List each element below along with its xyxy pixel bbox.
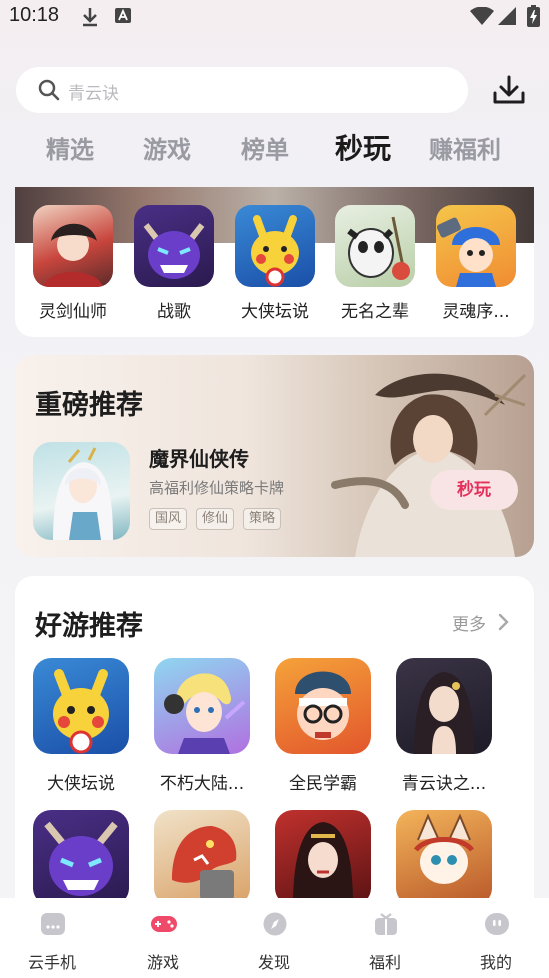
tag: 国风 (149, 508, 188, 530)
game-icon-wuming[interactable] (335, 205, 415, 287)
game-icon-daxia[interactable] (33, 658, 129, 754)
notification-a-icon (115, 8, 131, 23)
search-placeholder: 青云诀 (68, 84, 119, 104)
nav-label: 云手机 (27, 953, 76, 972)
nav-cloud-phone[interactable]: 云手机 (2, 898, 102, 978)
nav-label: 发现 (257, 953, 290, 972)
game-name: 全民学霸 (289, 774, 357, 794)
status-time: 10:18 (9, 4, 60, 26)
section-title: 重磅推荐 (35, 390, 143, 421)
chevron-right-icon[interactable] (497, 613, 509, 631)
status-bar: 10:18 (0, 0, 549, 36)
nav-label: 福利 (368, 953, 401, 972)
tag: 修仙 (196, 508, 235, 530)
recommend-card: 好游推荐 更多 大侠坛说 不朽大陆... 全民学霸 青云诀之... (15, 576, 534, 916)
nav-discover[interactable]: 发现 (224, 898, 324, 978)
cloud-phone-icon (41, 913, 65, 935)
game-name: 大侠坛说 (241, 302, 309, 322)
featured-game-description: 高福利修仙策略卡牌 (149, 479, 285, 497)
nav-rewards[interactable]: 福利 (335, 898, 435, 978)
game-icon-linghun[interactable] (436, 205, 516, 287)
download-icon[interactable] (492, 74, 526, 106)
game-name: 灵剑仙师 (39, 302, 107, 322)
download-status-icon (83, 8, 97, 27)
game-name: 青云诀之... (401, 774, 487, 794)
nav-games[interactable]: 游戏 (113, 898, 213, 978)
wifi-icon (470, 7, 494, 25)
compass-icon (263, 912, 287, 936)
section-title: 好游推荐 (35, 611, 143, 642)
tab-instant-play[interactable]: 秒玩 (335, 127, 391, 167)
game-icon-buxiu[interactable] (154, 658, 250, 754)
tab-games[interactable]: 游戏 (143, 130, 191, 165)
tab-earn-rewards[interactable]: 赚福利 (429, 130, 501, 165)
gamepad-icon (151, 916, 177, 932)
top-tabs: 精选 游戏 榜单 秒玩 赚福利 (0, 126, 549, 170)
game-icon-dragon[interactable] (154, 810, 250, 906)
nav-profile[interactable]: 我的 (446, 898, 546, 978)
more-link[interactable]: 更多 (452, 610, 486, 635)
signal-icon (498, 7, 516, 25)
nav-label: 游戏 (146, 953, 179, 972)
game-icon-zhange[interactable] (33, 810, 129, 906)
bottom-nav: 云手机 游戏 发现 福利 我的 (0, 898, 549, 978)
battery-charging-icon (527, 5, 540, 27)
game-icon-quanmin[interactable] (275, 658, 371, 754)
game-name: 无名之辈 (341, 302, 409, 322)
game-icon-heroine[interactable] (275, 810, 371, 906)
game-name: 不朽大陆... (159, 774, 245, 794)
tag: 策略 (243, 508, 282, 530)
nav-label: 我的 (479, 953, 512, 972)
game-icon-foxgirl[interactable] (396, 810, 492, 906)
gift-icon (375, 913, 397, 935)
game-icon-daxia[interactable] (235, 205, 315, 287)
game-name: 战歌 (157, 302, 191, 322)
game-name: 大侠坛说 (47, 774, 115, 794)
featured-game-icon (33, 442, 130, 540)
search-icon (38, 79, 60, 101)
game-icon-qingyun[interactable] (396, 658, 492, 754)
quick-games-card: 灵剑仙师 战歌 大侠坛说 无名之辈 灵魂序... (15, 187, 534, 337)
instant-play-button[interactable]: 秒玩 (430, 470, 518, 510)
profile-icon (485, 913, 509, 935)
game-name: 灵魂序... (442, 302, 510, 322)
featured-card[interactable]: 重磅推荐 魔界仙侠传 高福利修仙策略卡牌 国风 修仙 策略 秒玩 (15, 355, 534, 557)
featured-hero-art (331, 373, 527, 557)
tab-featured[interactable]: 精选 (46, 130, 94, 165)
game-icon-lingjian[interactable] (33, 205, 113, 287)
featured-game-name: 魔界仙侠传 (149, 447, 249, 471)
search-bar[interactable]: 青云诀 (16, 67, 468, 113)
game-icon-zhange[interactable] (134, 205, 214, 287)
tab-rankings[interactable]: 榜单 (241, 130, 289, 165)
